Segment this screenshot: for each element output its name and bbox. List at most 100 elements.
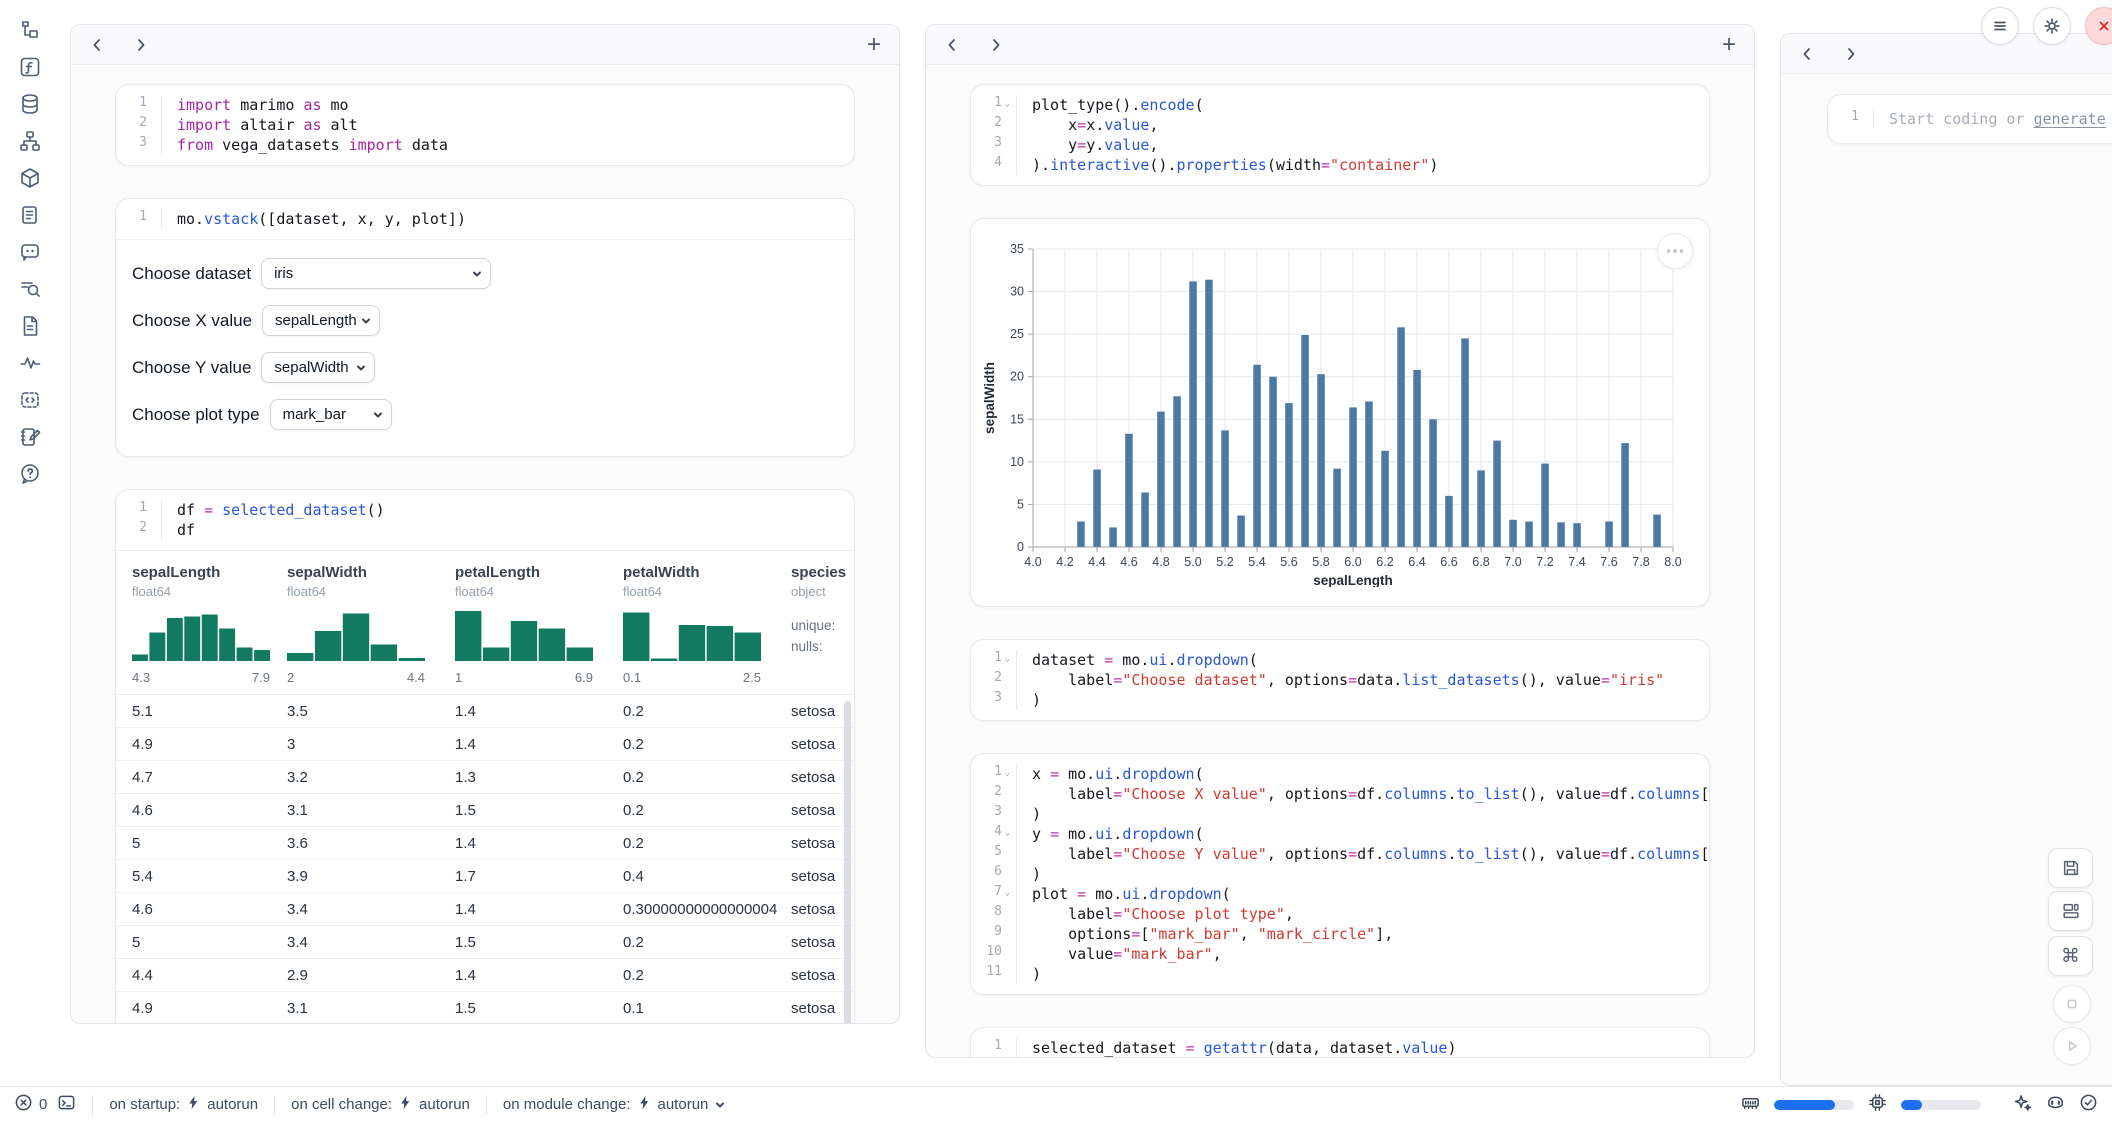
chevron-down-icon bbox=[372, 409, 384, 421]
cpu-usage-meter bbox=[1901, 1100, 1981, 1110]
table-cell: 5 bbox=[132, 835, 287, 852]
save-button[interactable] bbox=[2048, 848, 2093, 888]
chevron-right-icon[interactable] bbox=[988, 37, 1004, 53]
table-cell: 1.3 bbox=[455, 769, 623, 786]
on-module-change-toggle[interactable]: on module change: autorun bbox=[487, 1095, 742, 1114]
code-editor[interactable]: 1 mo.vstack([dataset, x, y, plot]) bbox=[116, 199, 854, 239]
layout-button[interactable] bbox=[2048, 891, 2093, 931]
svg-text:25: 25 bbox=[1010, 327, 1024, 341]
table-cell: 2.9 bbox=[287, 967, 455, 984]
code-line: plot = mo.ui.dropdown( bbox=[1032, 884, 1710, 904]
documentation-icon[interactable] bbox=[18, 314, 42, 338]
svg-text:4.8: 4.8 bbox=[1152, 555, 1169, 569]
table-cell: 1.5 bbox=[455, 802, 623, 819]
stop-button[interactable] bbox=[2053, 985, 2091, 1023]
dropdown-2[interactable]: sepalWidth bbox=[261, 352, 375, 383]
table-cell: 0.30000000000000004 bbox=[623, 901, 791, 918]
svg-text:30: 30 bbox=[1010, 285, 1024, 299]
keyboard-shortcuts-button[interactable]: ⌘ bbox=[2048, 936, 2093, 976]
chevron-down-icon bbox=[471, 268, 483, 280]
settings-button[interactable] bbox=[2033, 7, 2071, 45]
notebook-column-middle: + 1⌄2 3 4 plot_type().encode( x=x.value,… bbox=[925, 24, 1755, 1058]
datasources-icon[interactable] bbox=[18, 92, 42, 116]
svg-text:sepalWidth: sepalWidth bbox=[982, 362, 997, 434]
column-header-petalLength[interactable]: petalLengthfloat6416.9 bbox=[455, 564, 623, 685]
table-row: 4.931.40.2setosa bbox=[116, 727, 854, 760]
cell-imports: 1 2 3 import marimo as moimport altair a… bbox=[115, 84, 855, 166]
code-editor[interactable]: 1 2 3 import marimo as moimport altair a… bbox=[116, 85, 854, 165]
code-editor[interactable]: 1 2 df = selected_dataset()df bbox=[116, 490, 854, 550]
menu-button[interactable] bbox=[1981, 7, 2019, 45]
add-cell-button[interactable]: + bbox=[1722, 37, 1736, 53]
chevron-right-icon[interactable] bbox=[1843, 46, 1859, 62]
code-line: ) bbox=[1032, 864, 1710, 884]
scratchpad-search-icon[interactable] bbox=[18, 277, 42, 301]
run-button[interactable] bbox=[2053, 1027, 2091, 1065]
status-bar: 0 on startup: autorun on cell change: au… bbox=[0, 1086, 2112, 1122]
table-cell: 3.1 bbox=[287, 1000, 455, 1017]
tracing-icon[interactable] bbox=[18, 351, 42, 375]
add-cell-button[interactable]: + bbox=[867, 37, 881, 53]
table-scrollbar[interactable] bbox=[844, 701, 851, 1024]
functions-icon[interactable] bbox=[18, 55, 42, 79]
notebook-edit-icon[interactable] bbox=[18, 425, 42, 449]
chart-options-button[interactable] bbox=[1657, 233, 1693, 269]
terminal-icon[interactable] bbox=[57, 1093, 76, 1116]
on-cell-change-toggle[interactable]: on cell change: autorun bbox=[275, 1095, 486, 1114]
column-header-sepalWidth[interactable]: sepalWidthfloat6424.4 bbox=[287, 564, 455, 685]
help-icon[interactable] bbox=[18, 462, 42, 486]
chevron-right-icon[interactable] bbox=[133, 37, 149, 53]
code-editor[interactable]: 1⌄2 3 4 plot_type().encode( x=x.value, y… bbox=[971, 85, 1709, 185]
table-row: 53.61.40.2setosa bbox=[116, 826, 854, 859]
code-line: ) bbox=[1032, 964, 1710, 984]
lightning-bolt-icon bbox=[637, 1095, 652, 1114]
dependency-graph-icon[interactable] bbox=[18, 129, 42, 153]
dropdown-0[interactable]: iris bbox=[261, 258, 491, 289]
dropdown-label: Choose dataset bbox=[132, 264, 251, 284]
cell-vstack: 1 mo.vstack([dataset, x, y, plot]) Choos… bbox=[115, 198, 855, 457]
file-explorer-icon[interactable] bbox=[18, 18, 42, 42]
connection-status-button[interactable] bbox=[2079, 1093, 2098, 1116]
table-cell: 0.2 bbox=[623, 703, 791, 720]
table-cell: 5.4 bbox=[132, 868, 287, 885]
code-editor[interactable]: 1 selected_dataset = getattr(data, datas… bbox=[971, 1028, 1709, 1058]
line-number: 3 bbox=[971, 135, 1016, 155]
line-number: 2 bbox=[116, 520, 161, 540]
snippets-icon[interactable] bbox=[18, 388, 42, 412]
code-editor[interactable]: 1⌄2 3 4⌄5 6 7⌄8 9 10 11 x = mo.ui.dropdo… bbox=[971, 754, 1709, 994]
on-startup-toggle[interactable]: on startup: autorun bbox=[93, 1095, 274, 1114]
code-line: label="Choose plot type", bbox=[1032, 904, 1710, 924]
table-row: 4.63.41.40.30000000000000004setosa bbox=[116, 892, 854, 925]
table-cell: 1.5 bbox=[455, 934, 623, 951]
activity-sidebar bbox=[0, 0, 70, 1086]
cell-selected-dataset: 1 selected_dataset = getattr(data, datas… bbox=[970, 1027, 1710, 1058]
column-header-petalWidth[interactable]: petalWidthfloat640.12.5 bbox=[623, 564, 791, 685]
code-line: label="Choose X value", options=df.colum… bbox=[1032, 784, 1710, 804]
line-number: 1 bbox=[116, 95, 161, 115]
dropdown-1[interactable]: sepalLength bbox=[262, 305, 380, 336]
column-histogram bbox=[623, 609, 777, 666]
cell-dataset-dropdown: 1⌄2 3 dataset = mo.ui.dropdown( label="C… bbox=[970, 639, 1710, 721]
close-button[interactable] bbox=[2085, 7, 2112, 45]
column-histogram bbox=[287, 609, 441, 666]
sepal-bar-chart[interactable]: 4.04.24.44.64.85.05.25.45.65.86.06.26.46… bbox=[981, 235, 1699, 592]
new-cell-editor[interactable]: 1 Start coding or generate with AI bbox=[1828, 95, 2112, 143]
line-number: 1 bbox=[1828, 109, 1873, 129]
svg-text:15: 15 bbox=[1010, 412, 1024, 426]
chevron-left-icon[interactable] bbox=[1799, 46, 1815, 62]
chat-icon[interactable] bbox=[18, 240, 42, 264]
copilot-button[interactable] bbox=[2046, 1093, 2065, 1116]
code-editor[interactable]: 1⌄2 3 dataset = mo.ui.dropdown( label="C… bbox=[971, 640, 1709, 720]
table-row: 4.93.11.50.1setosa bbox=[116, 991, 854, 1024]
control-row: Choose Y valuesepalWidth bbox=[132, 352, 838, 383]
packages-icon[interactable] bbox=[18, 166, 42, 190]
logs-icon[interactable] bbox=[18, 203, 42, 227]
ai-sparkles-button[interactable] bbox=[2013, 1093, 2032, 1116]
dropdown-3[interactable]: mark_bar bbox=[270, 399, 392, 430]
column-header-species[interactable]: speciesobjectunique:nulls: bbox=[791, 564, 855, 685]
code-line: options=["mark_bar", "mark_circle"], bbox=[1032, 924, 1710, 944]
chevron-left-icon[interactable] bbox=[944, 37, 960, 53]
column-header-sepalLength[interactable]: sepalLengthfloat644.37.9 bbox=[132, 564, 287, 685]
chevron-left-icon[interactable] bbox=[89, 37, 105, 53]
error-circle-icon[interactable] bbox=[14, 1093, 33, 1116]
